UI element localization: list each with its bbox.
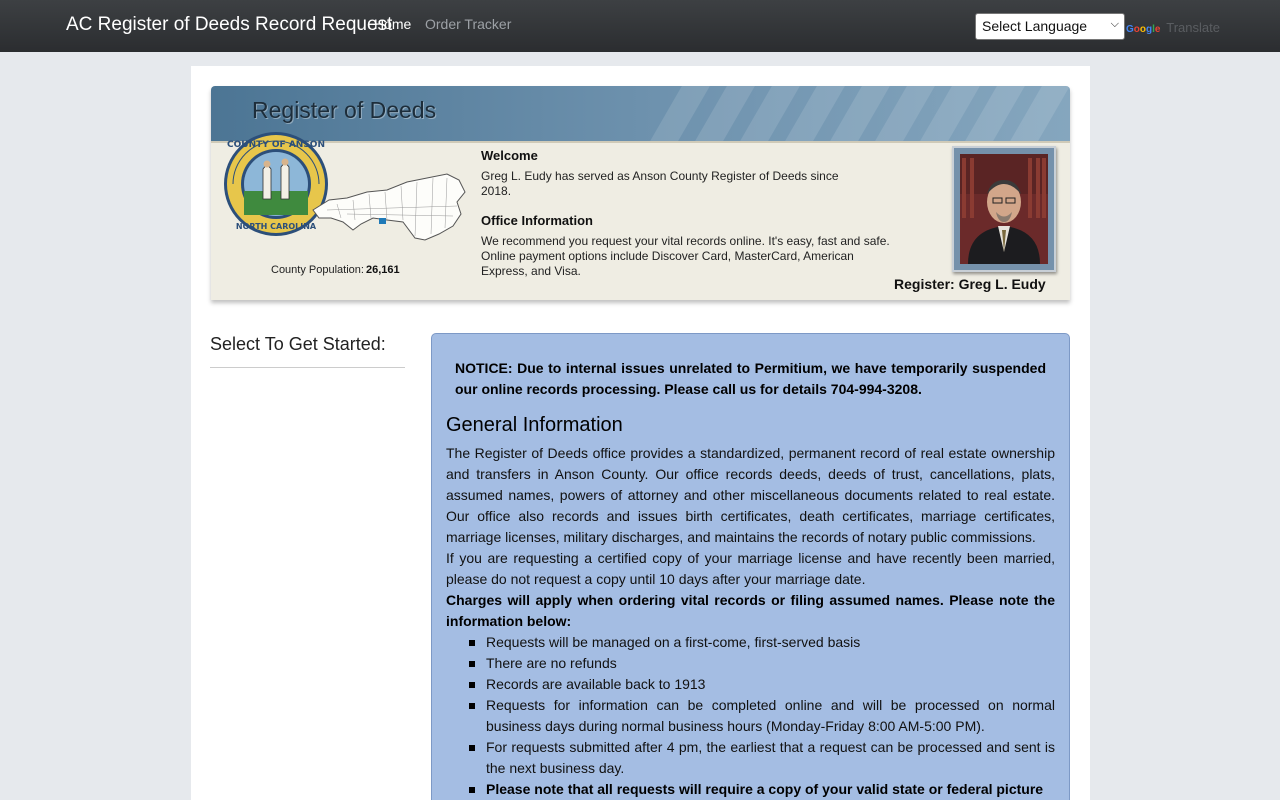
north-carolina-map-icon bbox=[312, 173, 466, 241]
register-of-deeds-banner: Register of Deeds COUNTY OF ANSON NORTH … bbox=[211, 86, 1070, 300]
translate-link[interactable]: Translate bbox=[1166, 20, 1220, 35]
sidebar-divider bbox=[210, 367, 405, 368]
language-select[interactable]: Select Language ⌵ bbox=[975, 13, 1125, 40]
list-item: Requests will be managed on a first-come… bbox=[469, 632, 1055, 653]
svg-text:COUNTY OF ANSON: COUNTY OF ANSON bbox=[227, 140, 325, 150]
register-photo-frame bbox=[952, 146, 1056, 272]
register-photo bbox=[960, 154, 1048, 264]
person-portrait-icon bbox=[960, 154, 1048, 264]
office-information-heading: Office Information bbox=[481, 213, 593, 228]
charges-paragraph: Charges will apply when ordering vital r… bbox=[446, 592, 1055, 629]
banner-header: Register of Deeds bbox=[211, 86, 1070, 141]
list-item: Requests for information can be complete… bbox=[469, 695, 1055, 737]
sidebar-heading: Select To Get Started: bbox=[210, 334, 386, 354]
svg-text:NORTH CAROLINA: NORTH CAROLINA bbox=[236, 222, 317, 231]
google-logo: Google bbox=[1126, 24, 1161, 35]
google-translate-attribution[interactable]: Google Translate bbox=[1126, 20, 1220, 35]
chevron-down-icon: ⌵ bbox=[1110, 18, 1119, 30]
notice-text: NOTICE: Due to internal issues unrelated… bbox=[455, 360, 1046, 397]
marriage-copy-paragraph: If you are requesting a certified copy o… bbox=[446, 550, 1055, 587]
requirements-list: Requests will be managed on a first-come… bbox=[446, 632, 1055, 800]
nav-link-order-tracker[interactable]: Order Tracker bbox=[425, 16, 511, 32]
nav-link-home[interactable]: Home bbox=[374, 16, 411, 32]
general-information-panel: NOTICE: Due to internal issues unrelated… bbox=[431, 333, 1070, 800]
register-name-label: Register: Greg L. Eudy bbox=[894, 276, 1046, 292]
office-information-text: We recommend you request your vital reco… bbox=[481, 234, 890, 278]
language-select-value: Select Language bbox=[982, 18, 1088, 34]
main-container: Register of Deeds COUNTY OF ANSON NORTH … bbox=[191, 66, 1090, 800]
general-information-heading: General Information bbox=[446, 414, 623, 436]
intro-paragraph: The Register of Deeds office provides a … bbox=[446, 445, 1055, 545]
population-label: County Population: bbox=[271, 264, 364, 276]
banner-title: Register of Deeds bbox=[252, 97, 437, 123]
welcome-text: Greg L. Eudy has served as Anson County … bbox=[481, 169, 839, 198]
general-information-body: The Register of Deeds office provides a … bbox=[446, 443, 1055, 800]
list-item: Please note that all requests will requi… bbox=[469, 779, 1055, 800]
top-navbar: AC Register of Deeds Record Request Home… bbox=[0, 0, 1280, 52]
list-item: Records are available back to 1913 bbox=[469, 674, 1055, 695]
population-value: 26,161 bbox=[366, 264, 400, 276]
welcome-heading: Welcome bbox=[481, 148, 538, 163]
list-item: There are no refunds bbox=[469, 653, 1055, 674]
list-item: For requests submitted after 4 pm, the e… bbox=[469, 737, 1055, 779]
site-brand[interactable]: AC Register of Deeds Record Request bbox=[66, 14, 392, 36]
